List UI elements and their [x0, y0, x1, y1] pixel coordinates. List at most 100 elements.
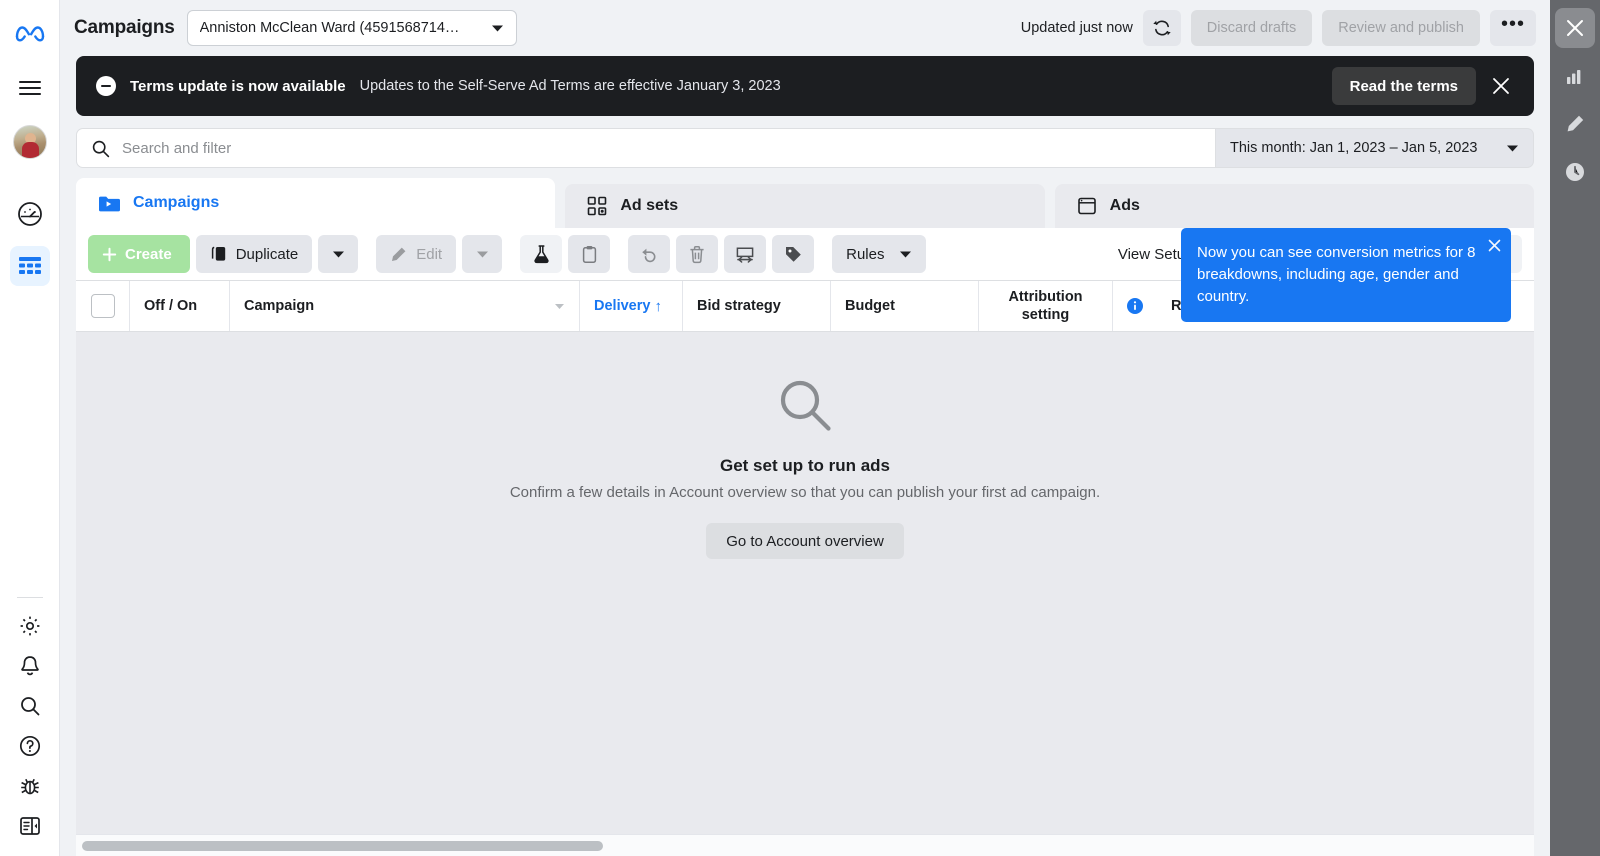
- go-to-account-overview-button[interactable]: Go to Account overview: [706, 523, 904, 559]
- duplicate-button-label: Duplicate: [235, 245, 299, 263]
- scrollbar-track[interactable]: [82, 840, 1528, 851]
- empty-state-title: Get set up to run ads: [719, 456, 891, 475]
- clock-icon[interactable]: [1555, 152, 1595, 192]
- duplicate-dropdown-button[interactable]: [318, 235, 359, 273]
- column-header-off-on-label: Off / On: [144, 298, 198, 314]
- tooltip-close-button[interactable]: [1488, 239, 1501, 252]
- column-header-campaign[interactable]: Campaign: [230, 281, 580, 331]
- rules-button[interactable]: Rules: [832, 235, 927, 273]
- campaign-folder-icon: [98, 194, 120, 213]
- ab-test-button[interactable]: [520, 235, 563, 273]
- right-utility-rail: [1550, 0, 1600, 856]
- rules-button-label: Rules: [846, 245, 885, 263]
- chevron-down-icon: [491, 24, 504, 33]
- search-filter-row: This month: Jan 1, 2023 – Jan 5, 2023: [60, 116, 1550, 178]
- column-header-campaign-label: Campaign: [244, 298, 315, 314]
- account-selector-value: Anniston McClean Ward (4591568714…: [199, 20, 460, 36]
- info-icon: [1127, 298, 1143, 314]
- date-range-value: This month: Jan 1, 2023 – Jan 5, 2023: [1230, 140, 1478, 156]
- rail-divider: [16, 597, 43, 598]
- panel-toggle-icon[interactable]: [10, 806, 50, 846]
- gear-icon[interactable]: [10, 606, 50, 646]
- avatar[interactable]: [10, 122, 50, 162]
- scrollbar-thumb[interactable]: [82, 840, 603, 851]
- pencil-icon[interactable]: [1555, 104, 1595, 144]
- delete-button[interactable]: [676, 235, 719, 273]
- edit-button[interactable]: Edit: [376, 235, 457, 273]
- app-root: Campaigns Anniston McClean Ward (4591568…: [0, 0, 1600, 856]
- tab-ads-label: Ads: [1109, 197, 1140, 214]
- gauge-icon[interactable]: [10, 194, 50, 234]
- refresh-icon: [1152, 18, 1172, 38]
- search-icon[interactable]: [10, 686, 50, 726]
- tooltip-arrow: [1326, 228, 1348, 229]
- tab-campaigns-label: Campaigns: [133, 194, 220, 211]
- duplicate-button[interactable]: Duplicate: [195, 235, 313, 273]
- help-circle-icon[interactable]: [10, 726, 50, 766]
- close-icon: [1492, 77, 1510, 95]
- column-header-bid-strategy-label: Bid strategy: [697, 298, 781, 314]
- top-bar-actions: Updated just now Discard drafts Review a…: [1021, 10, 1536, 46]
- tab-ad-sets[interactable]: Ad sets: [565, 184, 1045, 228]
- edit-dropdown-button[interactable]: [462, 235, 503, 273]
- magnifier-icon: [774, 374, 836, 436]
- entity-tabs: Campaigns Ad sets Ads: [60, 178, 1550, 228]
- left-navigation-rail: [0, 0, 60, 856]
- close-icon[interactable]: [1555, 8, 1595, 48]
- read-the-terms-button[interactable]: Read the terms: [1331, 67, 1476, 105]
- empty-state-subtitle: Confirm a few details in Account overvie…: [509, 484, 1101, 501]
- column-header-budget[interactable]: Budget: [831, 281, 979, 331]
- top-bar: Campaigns Anniston McClean Ward (4591568…: [60, 0, 1550, 56]
- campaigns-table-card: Create Duplicate Edit Rules View Setup O…: [76, 228, 1534, 856]
- minus-circle-icon: [96, 76, 116, 96]
- menu-icon[interactable]: [10, 68, 50, 108]
- horizontal-scrollbar[interactable]: [76, 834, 1534, 856]
- banner-actions: Read the terms: [1331, 67, 1518, 105]
- select-all-checkbox[interactable]: [90, 294, 115, 318]
- main-region: Campaigns Anniston McClean Ward (4591568…: [60, 0, 1550, 856]
- clipboard-icon: [581, 245, 598, 264]
- column-header-attribution-setting[interactable]: Attribution setting: [979, 281, 1113, 331]
- export-button[interactable]: [724, 235, 767, 273]
- date-range-picker[interactable]: This month: Jan 1, 2023 – Jan 5, 2023: [1216, 128, 1534, 168]
- undo-button[interactable]: [628, 235, 671, 273]
- more-options-button[interactable]: •••: [1490, 10, 1536, 46]
- search-input[interactable]: [122, 139, 1201, 157]
- column-header-delivery-label: Delivery: [594, 298, 651, 314]
- clipboard-button[interactable]: [568, 235, 611, 273]
- account-selector[interactable]: Anniston McClean Ward (4591568714…: [186, 10, 517, 46]
- flask-icon: [532, 244, 551, 264]
- bell-icon[interactable]: [10, 646, 50, 686]
- sort-ascending-icon: ↑: [654, 297, 662, 315]
- create-button[interactable]: Create: [88, 235, 190, 273]
- ellipsis-icon: •••: [1500, 12, 1525, 35]
- refresh-button[interactable]: [1142, 10, 1181, 46]
- tab-ad-sets-label: Ad sets: [620, 197, 679, 214]
- review-and-publish-button[interactable]: Review and publish: [1322, 10, 1480, 46]
- tooltip-text: Now you can see conversion metrics for 8…: [1197, 244, 1476, 305]
- updated-status: Updated just now: [1020, 20, 1133, 36]
- tag-button[interactable]: [772, 235, 815, 273]
- banner-close-button[interactable]: [1484, 69, 1518, 103]
- column-header-off-on[interactable]: Off / On: [130, 281, 230, 331]
- discard-drafts-button[interactable]: Discard drafts: [1190, 10, 1313, 46]
- column-header-budget-label: Budget: [845, 298, 895, 314]
- banner-headline: Terms update is now available: [130, 77, 346, 95]
- create-button-label: Create: [125, 245, 172, 263]
- bar-chart-icon[interactable]: [1555, 56, 1595, 96]
- column-header-bid-strategy[interactable]: Bid strategy: [683, 281, 831, 331]
- chevron-down-icon: [899, 250, 912, 259]
- column-header-delivery[interactable]: Delivery ↑: [580, 281, 683, 331]
- table-grid-icon[interactable]: [9, 246, 50, 286]
- tab-ads[interactable]: Ads: [1054, 184, 1534, 228]
- bug-icon[interactable]: [10, 766, 50, 806]
- search-box[interactable]: [76, 128, 1216, 168]
- pencil-icon: [390, 246, 407, 263]
- tab-campaigns[interactable]: Campaigns: [76, 178, 556, 228]
- meta-logo-icon[interactable]: [10, 12, 50, 52]
- duplicate-icon: [210, 245, 227, 263]
- plus-icon: [102, 247, 117, 262]
- column-header-attribution-setting-label: Attribution setting: [1008, 289, 1083, 323]
- attribution-info-cell[interactable]: [1113, 281, 1157, 331]
- chevron-down-icon: [554, 303, 565, 310]
